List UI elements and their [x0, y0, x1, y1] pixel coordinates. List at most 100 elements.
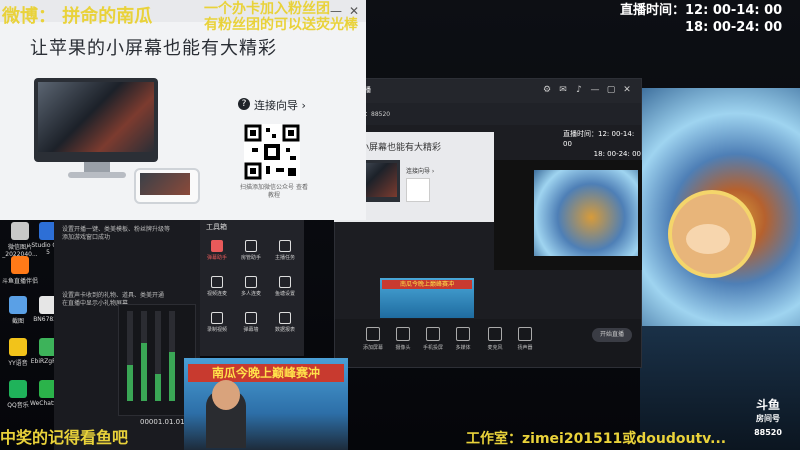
button-label: 多媒体 — [455, 345, 471, 351]
chat-icon — [211, 240, 223, 252]
panel-hint: 设置声卡收到的礼物、道具、类美开通 — [62, 292, 165, 299]
screen-mirror-window: — ✕ 让苹果的小屏幕也能有大精彩 ? 连接向导 › 扫描添加微信公众号 查看教… — [0, 0, 366, 220]
nested-connect: 连接向导 › — [406, 168, 435, 175]
fan-club-line1: 一个办卡加入粉丝团 — [204, 1, 330, 17]
task-icon — [279, 240, 291, 252]
yy-voice-icon — [9, 338, 27, 356]
live-time-line2: 18: 00-24: 00 — [685, 20, 783, 35]
studio-infobar: 直播间号：88520 — [335, 103, 641, 125]
image-file-icon — [11, 222, 29, 240]
tool-danmu-wall[interactable]: 弹幕墙 — [236, 312, 266, 333]
nested-qr-code — [406, 178, 430, 202]
desktop-icon-label: 斗鱼直播伴侣 — [2, 278, 39, 285]
phone-cast-button[interactable]: 手机投屏 — [419, 327, 447, 351]
nested-game-art — [534, 170, 638, 256]
tool-label: 多人连麦 — [240, 291, 261, 297]
tool-label: 录制视频 — [206, 327, 227, 333]
studio-contact-overlay: 工作室：zimei201511或doudoutv... — [466, 431, 727, 447]
add-screen-button[interactable]: 添加屏幕 — [359, 327, 387, 351]
hero-face — [686, 224, 730, 254]
tool-multi-link[interactable]: 多人连麦 — [236, 276, 266, 297]
close-icon[interactable]: ✕ — [621, 84, 633, 96]
desktop-icon-douyu[interactable]: 斗鱼直播伴侣 — [2, 256, 38, 285]
tool-danmu-assistant[interactable]: 弹幕助手 — [202, 240, 232, 261]
panel-hint: 设置开播一键、类美模板、粉丝牌升级等 — [62, 226, 171, 233]
tool-fishpond[interactable]: 鱼塘设置 — [270, 276, 300, 297]
speaker-icon — [518, 327, 532, 341]
connect-guide-link[interactable]: 连接向导 › — [254, 97, 306, 113]
maximize-icon[interactable]: ▢ — [605, 84, 617, 96]
record-icon — [211, 312, 223, 324]
mail-icon[interactable]: ✉ — [557, 84, 569, 96]
tool-label: 视频连麦 — [206, 291, 227, 297]
tool-room-manager[interactable]: 房管助手 — [236, 240, 266, 261]
camera-button[interactable]: 摄像头 — [389, 327, 417, 351]
desktop-icon-label: QQ音乐 — [7, 402, 29, 409]
weibo-overlay: 微博： 拼命的南瓜 — [2, 6, 153, 27]
wall-icon — [245, 312, 257, 324]
streamer-head — [212, 380, 240, 410]
play-icon — [456, 327, 470, 341]
tool-report[interactable]: 数据报表 — [270, 312, 300, 333]
screen-icon — [366, 327, 380, 341]
tool-tasks[interactable]: 主播任务 — [270, 240, 300, 261]
tool-record[interactable]: 录制视频 — [202, 312, 232, 333]
toolbox-title: 工具箱 — [206, 223, 227, 231]
phone-icon — [426, 327, 440, 341]
tool-label: 主播任务 — [274, 255, 295, 261]
live-time-overlay: 直播时间：12: 00-14: 00 18: 00-24: 00 — [620, 2, 782, 36]
fish-icon — [279, 276, 291, 288]
nested-game-preview — [494, 160, 642, 270]
douyu-logo-line2: 房间号 — [756, 414, 780, 423]
mixer-fader[interactable] — [127, 311, 133, 401]
qq-music-icon — [9, 380, 27, 398]
tool-label: 数据报表 — [274, 327, 295, 333]
group-icon — [245, 276, 257, 288]
multimedia-button[interactable]: 多媒体 — [449, 327, 477, 351]
hero-slogan: 让苹果的小屏幕也能有大精彩 — [30, 38, 277, 59]
button-label: 扬声器 — [517, 345, 533, 351]
tool-label: 鱼塘设置 — [274, 291, 295, 297]
mixer-fader[interactable] — [169, 311, 175, 401]
webcam-main: 南瓜今晚上巅峰赛冲 — [184, 358, 348, 450]
toolbox-panel: 工具箱 弹幕助手 房管助手 主播任务 视频连麦 多人连麦 鱼塘设置 录制视频 弹… — [200, 218, 304, 356]
tool-label: 弹幕助手 — [206, 255, 227, 261]
douyu-app-icon — [11, 256, 29, 274]
monitor-base — [68, 172, 126, 178]
button-label: 摄像头 — [395, 345, 411, 351]
fan-club-overlay: 一个办卡加入粉丝团 有粉丝团的可以送荧光棒 — [204, 1, 358, 33]
webcam-banner: 南瓜今晚上巅峰赛冲 — [188, 364, 344, 382]
mixer-fader[interactable] — [141, 311, 147, 401]
monitor-illustration — [34, 78, 158, 162]
webcam-mini-banner: 南瓜今晚上巅峰赛冲 — [382, 280, 472, 289]
studio-live-time: 直播时间：12: 00-14: 00 18: 00-24: 00 — [563, 129, 641, 159]
microphone-button[interactable]: 麦克风 — [481, 327, 509, 351]
music-icon[interactable]: ♪ — [573, 84, 585, 96]
mixer-fader[interactable] — [155, 311, 161, 401]
timecode: 00001.01.01 — [140, 418, 185, 426]
start-live-button[interactable]: 开始直播 — [592, 328, 632, 342]
chart-icon — [279, 312, 291, 324]
webcam-mini: 南瓜今晚上巅峰赛冲 — [380, 278, 474, 318]
help-icon[interactable]: ? — [238, 98, 250, 110]
panel-hint: 添加游戏窗口成功 — [62, 234, 111, 241]
studio-live-time-line1: 直播时间：12: 00-14: 00 — [563, 130, 635, 148]
studio-live-time-line2: 18: 00-24: 00 — [593, 150, 641, 158]
user-icon — [245, 240, 257, 252]
prize-reminder-overlay: 中奖的记得看鱼吧 — [0, 428, 129, 447]
phone-illustration — [134, 168, 200, 204]
qr-caption: 扫描添加微信公众号 查看教程 — [240, 184, 308, 199]
desktop-icon-label: YY语音 — [8, 360, 28, 367]
screenshot-icon — [9, 296, 27, 314]
douyu-logo: 斗鱼 房间号 88520 — [744, 398, 792, 437]
studio-titlebar: 斗鱼直播 ⚙ ✉ ♪ — ▢ ✕ — [335, 79, 641, 103]
desktop-icon-label: 截图 — [11, 318, 24, 325]
tool-label: 弹幕墙 — [243, 327, 259, 333]
tool-video-link[interactable]: 视频连麦 — [202, 276, 232, 297]
settings-icon[interactable]: ⚙ — [541, 84, 553, 96]
speaker-button[interactable]: 扬声器 — [511, 327, 539, 351]
douyu-room-number: 88520 — [754, 428, 782, 437]
minimize-icon[interactable]: — — [589, 84, 601, 96]
tool-label: 房管助手 — [240, 255, 261, 261]
live-time-line1: 直播时间：12: 00-14: 00 — [620, 3, 783, 18]
